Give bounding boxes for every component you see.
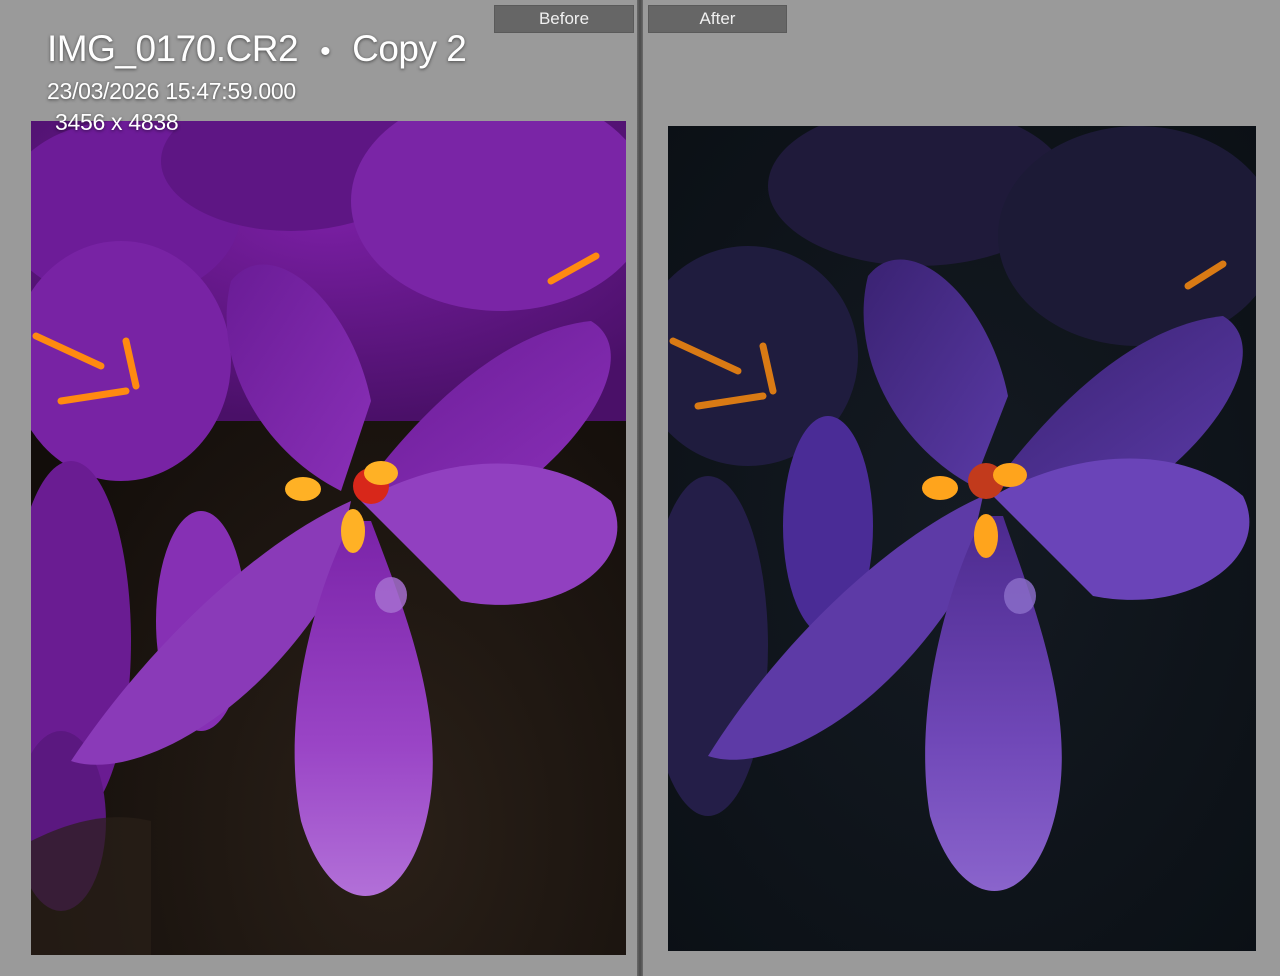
title-separator: •	[320, 35, 331, 68]
virtual-copy-name: Copy 2	[352, 28, 467, 69]
image-title: IMG_0170.CR2 • Copy 2	[47, 28, 467, 70]
before-label[interactable]: Before	[494, 5, 634, 33]
image-dimensions: 3456 x 4838	[55, 109, 179, 135]
after-photo[interactable]	[668, 126, 1256, 951]
image-filename: IMG_0170.CR2	[47, 28, 299, 69]
after-photo-image	[668, 126, 1256, 951]
before-photo-image	[31, 121, 626, 955]
before-pane: Before IMG_0170.CR2 • Copy 2 23/03/2026 …	[0, 0, 637, 976]
after-pane: After	[643, 0, 1280, 976]
after-label[interactable]: After	[648, 5, 787, 33]
capture-time: 23/03/2026 15:47:59.000	[47, 78, 296, 104]
before-photo[interactable]	[31, 121, 626, 955]
